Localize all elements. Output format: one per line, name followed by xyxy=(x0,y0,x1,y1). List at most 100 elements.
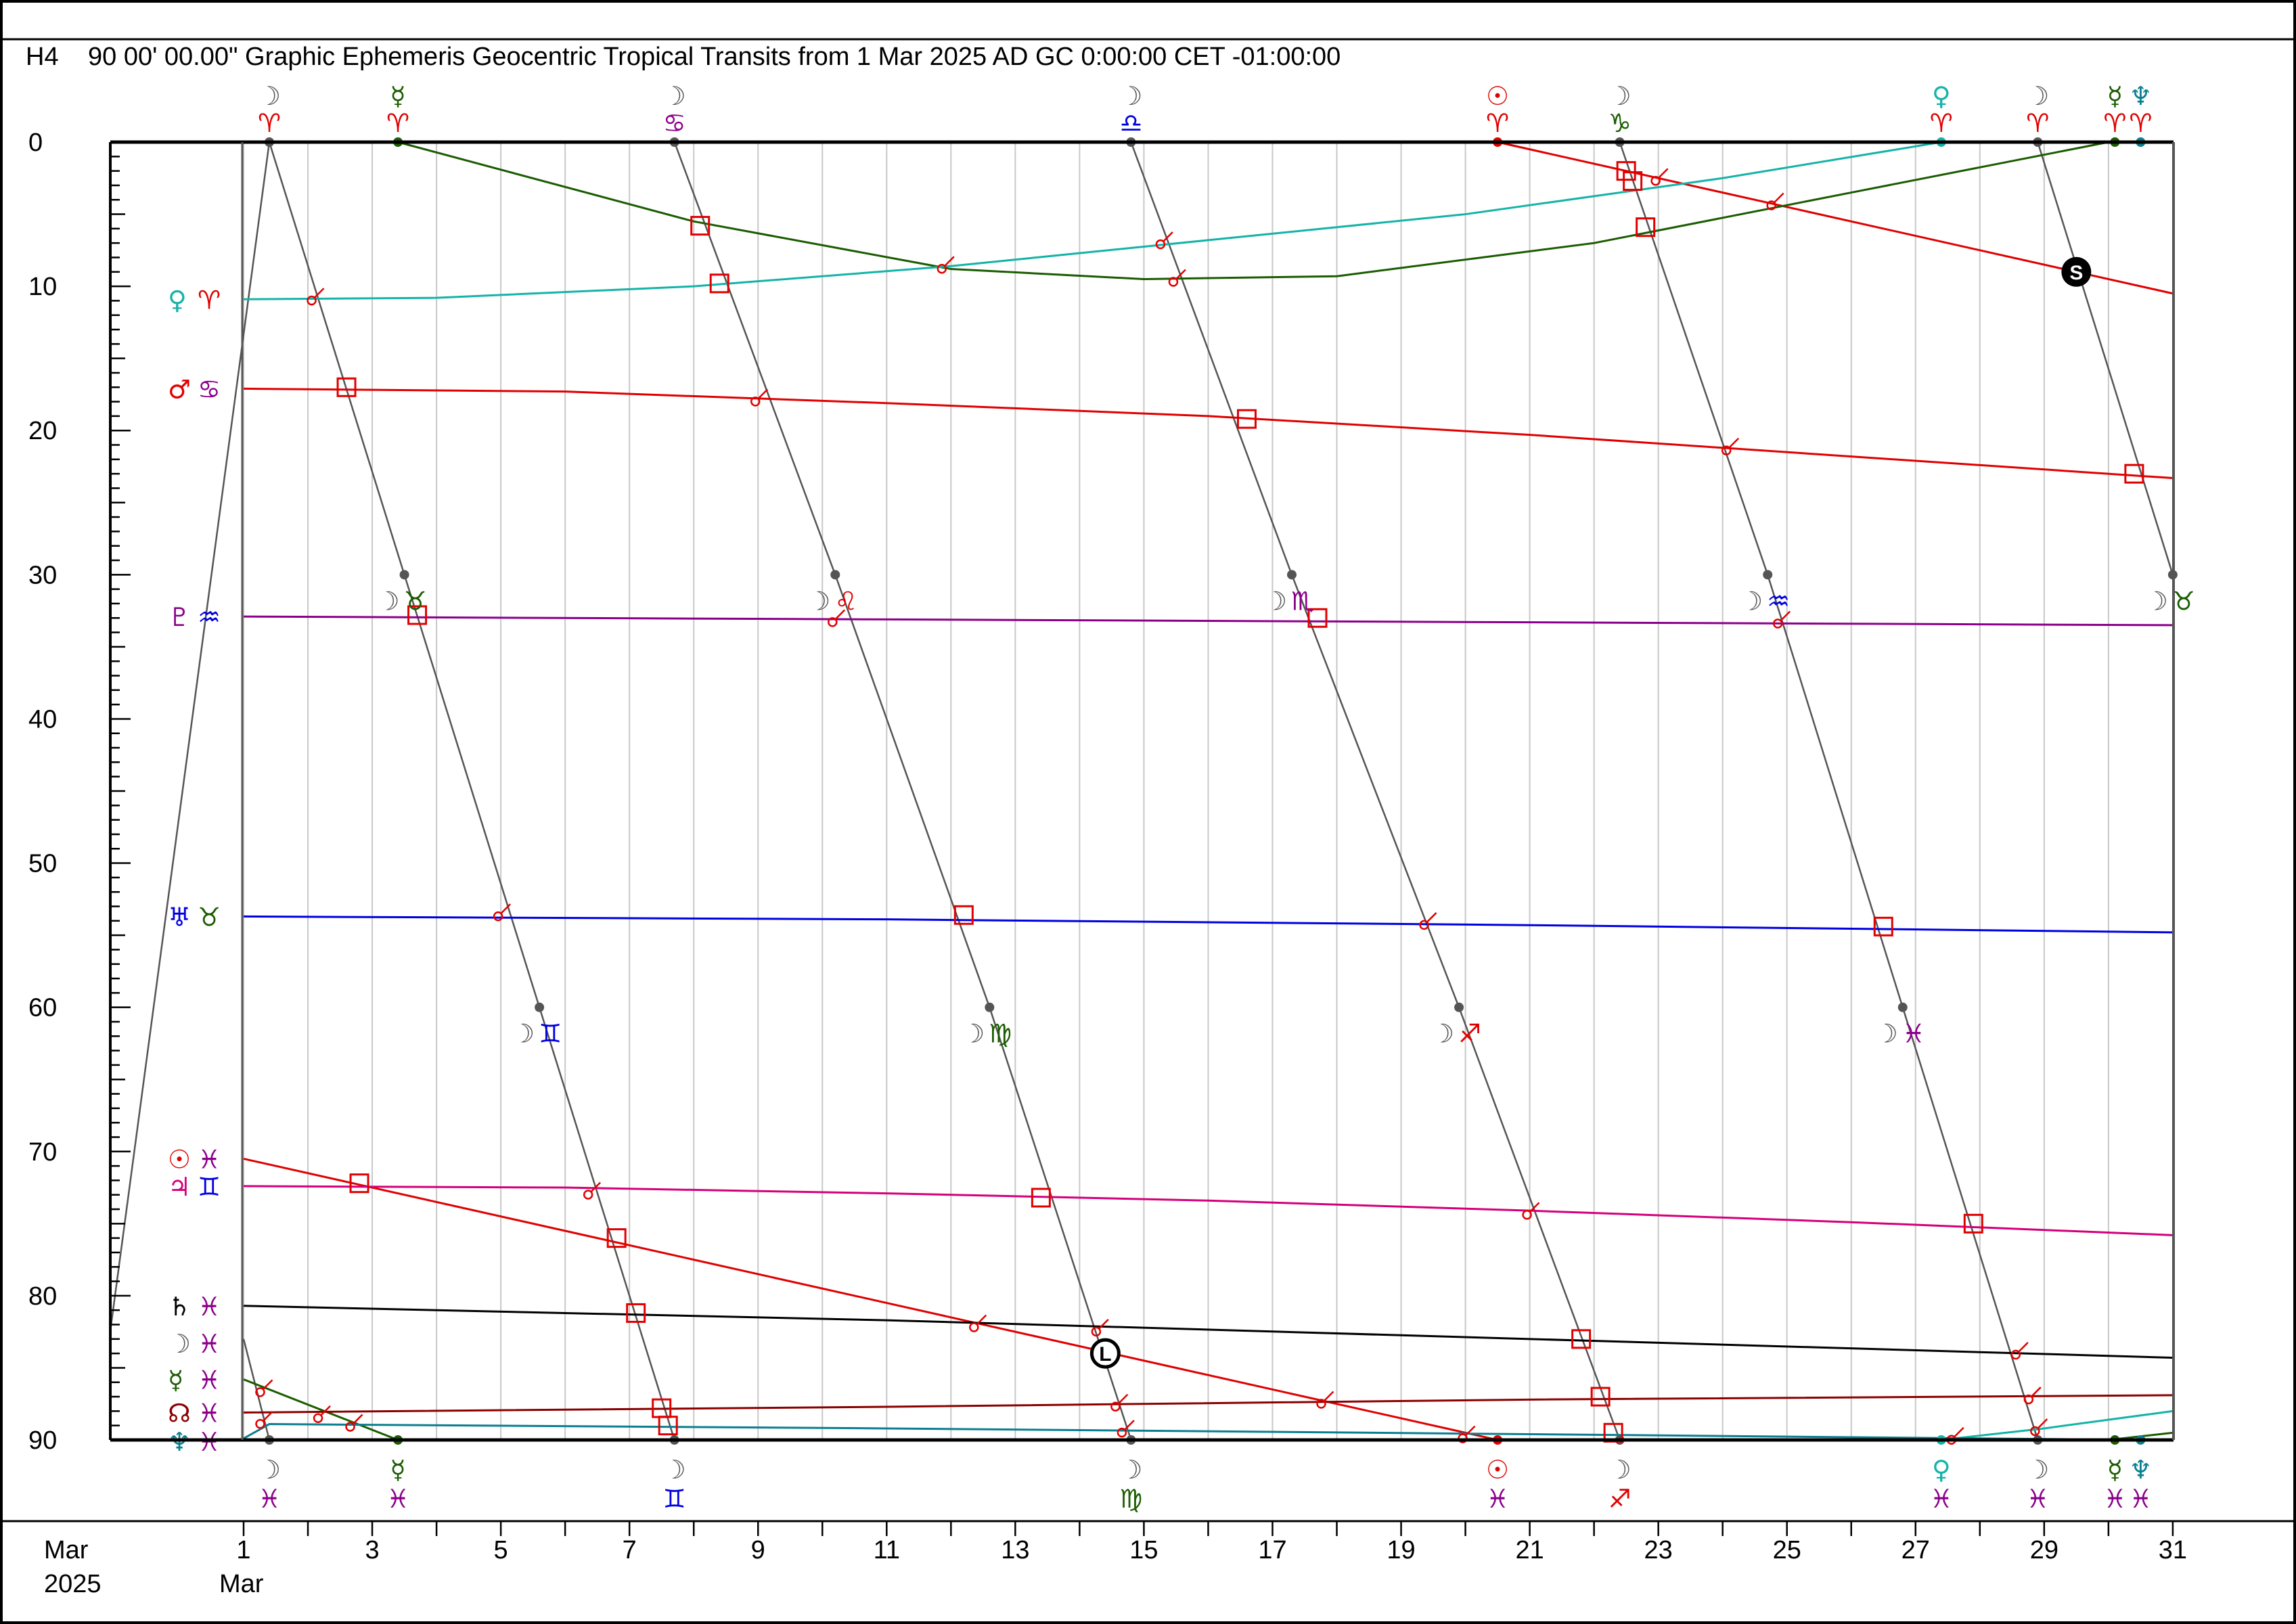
station-marker: L xyxy=(1089,1338,1121,1369)
planet-glyph: ♇ xyxy=(168,602,191,632)
y-tick-label: 10 xyxy=(28,273,57,301)
sign-glyph: ♊ xyxy=(539,1019,562,1049)
x-tick-label: 1 xyxy=(236,1536,250,1564)
planet-glyph: ☉ xyxy=(1486,81,1509,111)
planet-glyph: ☽ xyxy=(962,1019,985,1049)
sign-glyph: ♓ xyxy=(2129,1484,2152,1514)
planet-glyph: ☿ xyxy=(168,1365,183,1395)
sign-glyph: ♏ xyxy=(1291,586,1314,616)
bottom-planet-label: ☽♓ xyxy=(258,1455,281,1514)
station-label: L xyxy=(1099,1343,1111,1366)
moon-sign-change-dot xyxy=(535,1002,545,1012)
moon-sign-change-dot xyxy=(1897,1002,1908,1012)
sign-glyph: ♓ xyxy=(198,1144,221,1174)
sign-glyph: ♋ xyxy=(198,374,221,404)
sign-glyph: ♈ xyxy=(1930,108,1953,138)
planet-glyph: ☽ xyxy=(168,1329,191,1359)
sign-glyph: ♓ xyxy=(1486,1484,1509,1514)
station-label: S xyxy=(2069,262,2083,284)
planet-glyph: ☽ xyxy=(663,81,686,111)
sign-glyph: ♓ xyxy=(198,1292,221,1322)
planet-glyph: ☽ xyxy=(1740,586,1763,616)
top-planet-label: ♆♈ xyxy=(2129,81,2152,138)
moon-sign-change-dot xyxy=(399,570,409,580)
sign-glyph: ♒ xyxy=(1767,586,1790,616)
moon-sign-change-dot xyxy=(985,1002,995,1012)
planet-glyph: ☽ xyxy=(1119,81,1142,111)
x-tick-label: 11 xyxy=(874,1536,900,1564)
sign-glyph: ♍ xyxy=(1119,1484,1142,1514)
sign-glyph: ♈ xyxy=(2026,108,2049,138)
moon-sign-change-dot xyxy=(830,570,840,580)
planet-glyph: ♃ xyxy=(168,1172,191,1202)
top-planet-label: ☽♈ xyxy=(258,81,281,138)
planet-glyph: ☿ xyxy=(390,81,405,111)
planet-glyph: ☽ xyxy=(2026,1455,2049,1485)
top-planet-label: ☽♎ xyxy=(1119,81,1142,138)
planet-glyph: ☉ xyxy=(168,1144,191,1174)
x-start-month-label: Mar xyxy=(219,1570,264,1598)
sign-glyph: ♓ xyxy=(2103,1484,2126,1514)
sign-glyph: ♓ xyxy=(2026,1484,2049,1514)
moon-sign-change-dot xyxy=(1286,570,1297,580)
sign-glyph: ♈ xyxy=(386,108,409,138)
planet-glyph: ☊ xyxy=(168,1399,191,1428)
moon-sign-change-dot xyxy=(1763,570,1773,580)
x-tick-label: 5 xyxy=(494,1536,508,1564)
sign-glyph: ♈ xyxy=(2129,108,2152,138)
sign-glyph: ♈ xyxy=(198,285,221,315)
top-planet-label: ☽♑ xyxy=(1608,81,1631,138)
planet-glyph: ☽ xyxy=(2145,586,2168,616)
sign-glyph: ♊ xyxy=(198,1172,221,1202)
planet-glyph: ☽ xyxy=(1119,1455,1142,1485)
planet-glyph: ♅ xyxy=(168,902,191,932)
bottom-planet-label: ♆♓ xyxy=(2129,1455,2152,1514)
bottom-planet-label: ☉♓ xyxy=(1486,1455,1509,1514)
bottom-planet-label: ☽♍ xyxy=(1119,1455,1142,1514)
graphic-ephemeris-chart: H4 90 00' 00.00" Graphic Ephemeris Geoce… xyxy=(0,0,2296,1624)
x-tick-label: 15 xyxy=(1129,1536,1158,1564)
sign-glyph: ♒ xyxy=(198,602,221,632)
bottom-planet-label: ☽♊ xyxy=(663,1455,686,1514)
planet-glyph: ☽ xyxy=(512,1019,535,1049)
planet-glyph: ♆ xyxy=(2129,81,2152,111)
planet-glyph: ☽ xyxy=(258,81,281,111)
sign-glyph: ♑ xyxy=(1608,108,1631,138)
sign-glyph: ♐ xyxy=(1608,1484,1631,1514)
planet-glyph: ☽ xyxy=(1608,1455,1631,1485)
y-tick-label: 70 xyxy=(28,1138,57,1167)
sign-glyph: ♈ xyxy=(258,108,281,138)
y-tick-label: 90 xyxy=(28,1426,57,1455)
top-planet-label: ☉♈ xyxy=(1486,81,1509,138)
sign-glyph: ♉ xyxy=(2172,586,2195,616)
planet-glyph: ☽ xyxy=(258,1455,281,1485)
planet-glyph: ♀ xyxy=(168,285,187,315)
y-tick-label: 50 xyxy=(28,850,57,878)
x-tick-label: 19 xyxy=(1387,1536,1415,1564)
x-tick-label: 13 xyxy=(1001,1536,1029,1564)
top-planet-label: ☽♈ xyxy=(2026,81,2049,138)
planet-glyph: ☽ xyxy=(2026,81,2049,111)
chart-id: H4 xyxy=(26,43,59,71)
planet-glyph: ♄ xyxy=(168,1292,191,1322)
planet-glyph: ☽ xyxy=(663,1455,686,1485)
top-planet-label: ♀♈ xyxy=(1930,81,1953,138)
planet-glyph: ☽ xyxy=(807,586,830,616)
sign-glyph: ♓ xyxy=(1902,1019,1925,1049)
y-tick-label: 40 xyxy=(28,705,57,734)
sign-glyph: ♉ xyxy=(404,586,427,616)
sign-glyph: ♋ xyxy=(663,108,686,138)
y-tick-label: 20 xyxy=(28,417,57,445)
station-marker: S xyxy=(2061,256,2092,287)
y-tick-label: 60 xyxy=(28,994,57,1022)
planet-glyph: ☽ xyxy=(1875,1019,1898,1049)
x-tick-label: 31 xyxy=(2159,1536,2187,1564)
sign-glyph: ♓ xyxy=(198,1427,221,1457)
x-tick-label: 23 xyxy=(1644,1536,1673,1564)
sign-glyph: ♓ xyxy=(386,1484,409,1514)
sign-glyph: ♐ xyxy=(1458,1019,1481,1049)
x-year-label: 2025 xyxy=(44,1570,102,1598)
bottom-planet-label: ♀♓ xyxy=(1930,1455,1953,1514)
sign-glyph: ♉ xyxy=(198,902,221,932)
x-tick-label: 3 xyxy=(365,1536,379,1564)
